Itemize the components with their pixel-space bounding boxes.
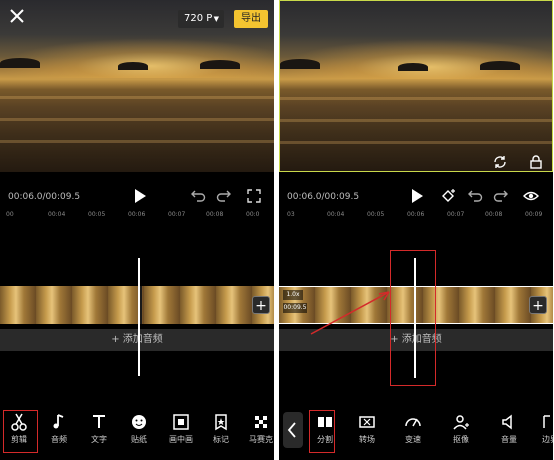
tool-border[interactable]: 边界 <box>535 412 553 445</box>
tool-mark[interactable]: 标记 <box>206 412 236 445</box>
arrow-annotation <box>310 291 390 335</box>
tool-pip[interactable]: 画中画 <box>166 412 196 445</box>
redo-icon[interactable] <box>493 188 509 204</box>
video-preview[interactable] <box>0 0 274 172</box>
tool-label: 标记 <box>213 435 229 444</box>
add-clip-button[interactable]: + <box>252 296 270 314</box>
redo-icon[interactable] <box>216 188 232 204</box>
water-ripple <box>280 141 552 144</box>
undo-icon[interactable] <box>467 188 483 204</box>
play-icon[interactable] <box>132 188 148 204</box>
tool-text[interactable]: 文字 <box>84 412 114 445</box>
speed-tag: 1.0x <box>283 290 303 300</box>
timecode: 00:06.0/00:09.5 <box>8 192 81 202</box>
close-icon[interactable] <box>9 8 25 24</box>
add-audio-button[interactable]: + 添加音频 <box>0 329 274 351</box>
highlight-box <box>3 410 38 453</box>
water-ripple <box>280 97 552 100</box>
tool-label: 转场 <box>359 435 375 444</box>
tool-cutout[interactable]: 抠像 <box>446 412 476 445</box>
tool-volume[interactable]: 音量 <box>494 412 524 445</box>
tool-label: 音频 <box>51 435 67 444</box>
export-button[interactable]: 导出 <box>234 10 268 28</box>
water-ripple <box>0 140 274 143</box>
play-icon[interactable] <box>409 188 425 204</box>
ruler-tick: 00:05 <box>367 211 385 218</box>
chevron-left-icon <box>287 422 296 438</box>
rotate-icon[interactable] <box>492 154 508 170</box>
island-silhouette <box>398 63 428 71</box>
tool-label: 变速 <box>405 435 421 444</box>
editor-panel-right: 00:06.0/00:09.5 03 00:04 00:05 00:06 00:… <box>279 0 553 460</box>
ruler-tick: 00:06 <box>128 211 146 218</box>
water-ripple <box>0 96 274 99</box>
speed-gauge-icon <box>405 418 421 427</box>
cutout-person-icon <box>453 415 469 430</box>
volume-icon <box>502 414 512 430</box>
tool-label: 文字 <box>91 435 107 444</box>
tool-speed[interactable]: 变速 <box>398 412 428 445</box>
water-ripple <box>0 118 274 121</box>
ruler-tick: 00:04 <box>48 211 66 218</box>
island-silhouette <box>0 58 40 68</box>
ruler-tick: 00:08 <box>485 211 503 218</box>
chevron-down-icon: ▼ <box>213 15 219 23</box>
back-button[interactable] <box>283 412 303 448</box>
sun-glow <box>280 39 552 79</box>
tool-label: 马赛克 <box>249 435 273 444</box>
ruler-tick: 00:07 <box>447 211 465 218</box>
tool-transition[interactable]: 转场 <box>352 412 382 445</box>
music-note-icon <box>53 414 64 429</box>
tool-sticker[interactable]: 贴纸 <box>124 412 154 445</box>
time-ruler: 03 00:04 00:05 00:06 00:07 00:08 00:09 <box>279 211 553 223</box>
transition-icon <box>359 416 375 428</box>
water-ripple <box>280 119 552 122</box>
duration-tag: 00:09.5 <box>283 303 307 313</box>
resolution-value: 720 P <box>184 13 213 24</box>
playhead[interactable] <box>138 258 140 376</box>
ruler-tick: 00:06 <box>407 211 425 218</box>
add-clip-button[interactable]: + <box>529 296 547 314</box>
editor-panel-left: 720 P ▼ 导出 00:06.0/00:09.5 00 00:04 00:0… <box>0 0 274 460</box>
ruler-tick: 00:05 <box>88 211 106 218</box>
island-silhouette <box>118 62 148 70</box>
timecode: 00:06.0/00:09.5 <box>287 192 360 202</box>
ruler-tick: 00:0 <box>246 211 260 218</box>
keyframe-add-icon[interactable] <box>441 188 457 204</box>
time-ruler: 00 00:04 00:05 00:06 00:07 00:08 00:0 <box>0 211 274 223</box>
island-silhouette <box>200 60 240 69</box>
eye-icon[interactable] <box>523 188 539 204</box>
highlight-box <box>309 410 335 453</box>
ruler-tick: 00:04 <box>327 211 345 218</box>
fullscreen-icon[interactable] <box>246 188 262 204</box>
ruler-tick: 00:09 <box>525 211 543 218</box>
tool-label: 画中画 <box>169 435 193 444</box>
border-icon <box>543 415 550 428</box>
lock-icon[interactable] <box>528 154 544 170</box>
video-preview[interactable] <box>279 0 553 172</box>
ruler-tick: 03 <box>287 211 295 218</box>
sticker-icon <box>132 415 146 429</box>
tool-audio[interactable]: 音频 <box>44 412 74 445</box>
video-track[interactable] <box>0 286 274 324</box>
tool-label: 音量 <box>501 435 517 444</box>
ruler-tick: 00 <box>6 211 14 218</box>
sun-glow <box>0 38 274 78</box>
tool-label: 贴纸 <box>131 435 147 444</box>
tool-mosaic[interactable]: 马赛克 <box>246 412 274 445</box>
ruler-tick: 00:08 <box>206 211 224 218</box>
picture-in-picture-icon <box>173 414 189 430</box>
bookmark-star-icon <box>215 414 227 431</box>
island-silhouette <box>480 61 520 70</box>
tool-label: 边界 <box>542 435 553 444</box>
island-silhouette <box>280 59 320 69</box>
resolution-select[interactable]: 720 P ▼ <box>178 10 224 28</box>
undo-icon[interactable] <box>190 188 206 204</box>
tool-label: 抠像 <box>453 435 469 444</box>
clip-seam <box>140 286 142 324</box>
ruler-tick: 00:07 <box>168 211 186 218</box>
text-icon <box>93 415 105 428</box>
mosaic-icon <box>255 416 267 428</box>
